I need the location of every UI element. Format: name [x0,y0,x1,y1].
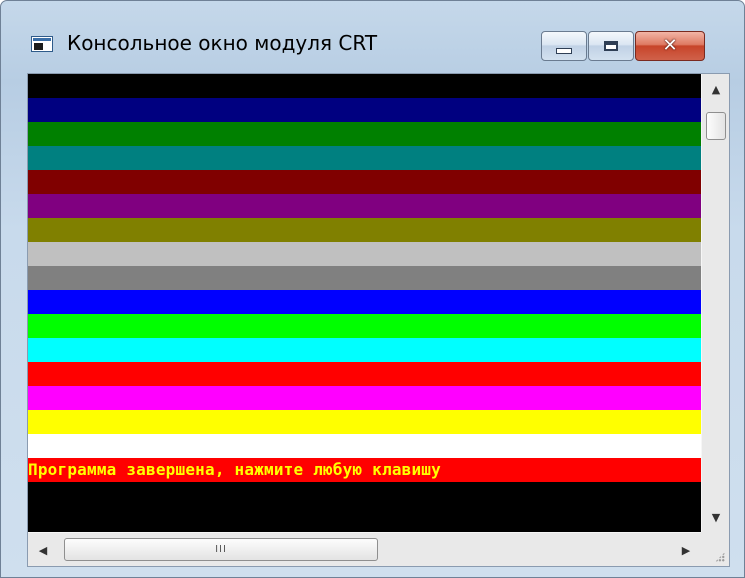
horizontal-scrollbar[interactable]: ◀ III ▶ [28,532,701,566]
console-output[interactable]: Программа завершена, нажмите любую клави… [28,74,701,532]
scroll-left-arrow-icon[interactable]: ◀ [28,533,58,566]
color-band-lightcyan [28,338,701,362]
color-band-lightred [28,362,701,386]
scroll-right-arrow-icon[interactable]: ▶ [671,533,701,566]
close-button[interactable]: ✕ [635,31,705,61]
horizontal-scroll-thumb[interactable]: III [64,538,378,561]
color-band-green [28,122,701,146]
color-band-lightmagenta [28,386,701,410]
color-band-black [28,74,701,98]
color-band-lightgreen [28,314,701,338]
window-title: Консольное окно модуля CRT [67,31,378,55]
maximize-icon [604,41,618,51]
color-band-yellow [28,410,701,434]
title-bar[interactable]: Консольное окно модуля CRT ✕ [1,1,744,61]
vertical-scroll-thumb[interactable] [706,112,726,140]
color-band-brown [28,218,701,242]
minimize-button[interactable] [541,31,587,61]
maximize-button[interactable] [588,31,634,61]
color-band-red [28,170,701,194]
close-icon: ✕ [662,35,678,56]
program-finished-message: Программа завершена, нажмите любую клави… [28,458,701,482]
console-window-icon[interactable] [31,36,53,52]
color-band-magenta [28,194,701,218]
color-band-white [28,434,701,458]
resize-grip-icon [715,552,725,562]
scroll-up-arrow-icon[interactable]: ▲ [702,74,729,104]
scroll-down-arrow-icon[interactable]: ▼ [702,502,729,532]
color-band-lightgray [28,242,701,266]
color-band-cyan [28,146,701,170]
console-client-area: Программа завершена, нажмите любую клави… [27,73,730,567]
resize-grip[interactable] [701,532,729,566]
color-band-blue [28,98,701,122]
color-band-darkgray [28,266,701,290]
minimize-icon [556,48,572,54]
color-band-lightblue [28,290,701,314]
app-window: Консольное окно модуля CRT ✕ Программа з… [0,0,745,578]
vertical-scrollbar[interactable]: ▲ ▼ [701,74,729,532]
